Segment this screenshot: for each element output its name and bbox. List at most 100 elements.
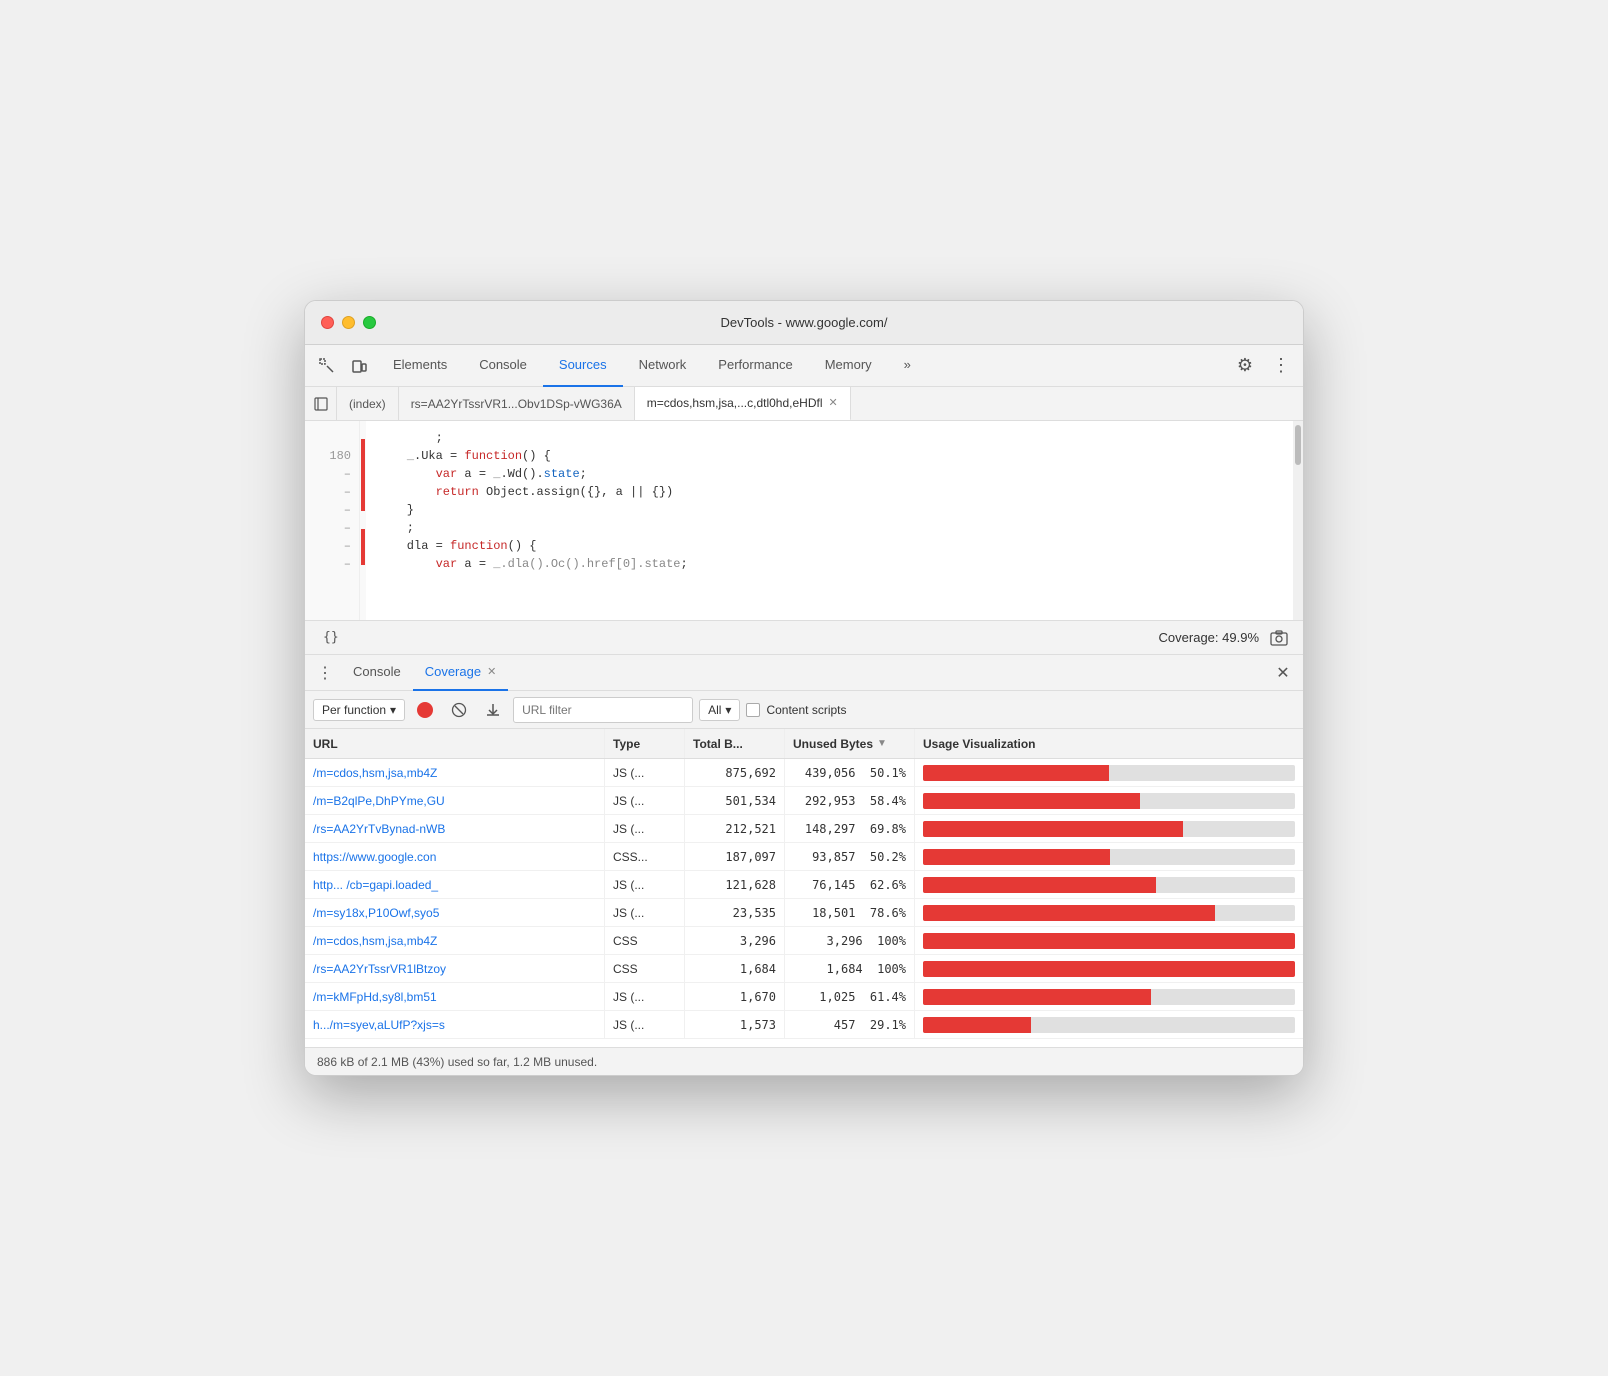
- cell-unused: 457 29.1%: [785, 1011, 915, 1038]
- cell-viz: [915, 787, 1303, 814]
- close-button[interactable]: [321, 316, 334, 329]
- col-viz[interactable]: Usage Visualization: [915, 729, 1303, 758]
- vertical-scrollbar[interactable]: [1293, 421, 1303, 620]
- minimize-button[interactable]: [342, 316, 355, 329]
- cell-total: 1,670: [685, 983, 785, 1010]
- file-tab-m[interactable]: m=cdos,hsm,jsa,...c,dtl0hd,eHDfl ✕: [635, 387, 851, 421]
- cell-total: 875,692: [685, 759, 785, 786]
- clear-button[interactable]: [445, 696, 473, 724]
- cell-type: JS (...: [605, 759, 685, 786]
- tab-performance[interactable]: Performance: [702, 345, 808, 387]
- cell-total: 501,534: [685, 787, 785, 814]
- table-row[interactable]: h.../m=syev,aLUfP?xjs=s JS (... 1,573 45…: [305, 1011, 1303, 1039]
- inspect-element-button[interactable]: [313, 352, 341, 380]
- file-tab-index[interactable]: (index): [337, 387, 399, 421]
- cell-unused: 3,296 100%: [785, 927, 915, 954]
- coverage-tab-close-icon[interactable]: ✕: [487, 665, 496, 678]
- record-button[interactable]: [411, 696, 439, 724]
- panel-tab-console[interactable]: Console: [341, 655, 413, 691]
- coverage-label-area: Coverage: 49.9%: [1159, 626, 1291, 650]
- cell-unused: 292,953 58.4%: [785, 787, 915, 814]
- col-unused[interactable]: Unused Bytes ▼: [785, 729, 915, 758]
- tab-sources[interactable]: Sources: [543, 345, 623, 387]
- col-url[interactable]: URL: [305, 729, 605, 758]
- cell-type: CSS...: [605, 843, 685, 870]
- tab-network[interactable]: Network: [623, 345, 703, 387]
- table-row[interactable]: /rs=AA2YrTssrVR1lBtzoy CSS 1,684 1,684 1…: [305, 955, 1303, 983]
- traffic-lights: [321, 316, 376, 329]
- table-header: URL Type Total B... Unused Bytes ▼ Usage…: [305, 729, 1303, 759]
- table-row[interactable]: /m=cdos,hsm,jsa,mb4Z CSS 3,296 3,296 100…: [305, 927, 1303, 955]
- cell-total: 23,535: [685, 899, 785, 926]
- table-row[interactable]: https://www.google.con CSS... 187,097 93…: [305, 843, 1303, 871]
- sidebar-toggle-button[interactable]: [305, 387, 337, 421]
- table-row[interactable]: /m=sy18x,P10Owf,syo5 JS (... 23,535 18,5…: [305, 899, 1303, 927]
- panel-menu-icon[interactable]: ⋮: [313, 661, 337, 685]
- window-title: DevTools - www.google.com/: [721, 315, 888, 330]
- format-button[interactable]: {}: [317, 628, 345, 647]
- tab-more[interactable]: »: [888, 345, 927, 387]
- cell-url: /m=cdos,hsm,jsa,mb4Z: [305, 927, 605, 954]
- cell-type: JS (...: [605, 787, 685, 814]
- cell-type: JS (...: [605, 1011, 685, 1038]
- cell-url: https://www.google.con: [305, 843, 605, 870]
- per-function-button[interactable]: Per function ▾: [313, 699, 405, 721]
- cell-viz: [915, 899, 1303, 926]
- cell-url: /m=kMFpHd,sy8l,bm51: [305, 983, 605, 1010]
- export-button[interactable]: [479, 696, 507, 724]
- cell-viz: [915, 983, 1303, 1010]
- coverage-percentage: Coverage: 49.9%: [1159, 630, 1259, 645]
- content-scripts-checkbox[interactable]: [746, 703, 760, 717]
- cell-type: JS (...: [605, 815, 685, 842]
- panel-close-button[interactable]: ✕: [1271, 661, 1295, 685]
- bottom-toolbar: {} Coverage: 49.9%: [305, 621, 1303, 655]
- cell-viz: [915, 927, 1303, 954]
- more-options-icon[interactable]: ⋮: [1267, 352, 1295, 380]
- settings-icon[interactable]: ⚙: [1231, 352, 1259, 380]
- table-row[interactable]: /rs=AA2YrTvBynad-nWB JS (... 212,521 148…: [305, 815, 1303, 843]
- file-tab-rs[interactable]: rs=AA2YrTssrVR1...Obv1DSp-vWG36A: [399, 387, 635, 421]
- table-row[interactable]: /m=kMFpHd,sy8l,bm51 JS (... 1,670 1,025 …: [305, 983, 1303, 1011]
- screenshot-icon[interactable]: [1267, 626, 1291, 650]
- cell-total: 1,684: [685, 955, 785, 982]
- status-text: 886 kB of 2.1 MB (43%) used so far, 1.2 …: [317, 1055, 597, 1069]
- cell-url: /rs=AA2YrTssrVR1lBtzoy: [305, 955, 605, 982]
- cell-type: JS (...: [605, 899, 685, 926]
- table-row[interactable]: /m=B2qlPe,DhPYme,GU JS (... 501,534 292,…: [305, 787, 1303, 815]
- panel-tab-coverage[interactable]: Coverage ✕: [413, 655, 509, 691]
- filter-dropdown[interactable]: All ▾: [699, 699, 740, 721]
- cell-unused: 76,145 62.6%: [785, 871, 915, 898]
- cell-unused: 439,056 50.1%: [785, 759, 915, 786]
- cell-url: /m=cdos,hsm,jsa,mb4Z: [305, 759, 605, 786]
- table-row[interactable]: http... /cb=gapi.loaded_ JS (... 121,628…: [305, 871, 1303, 899]
- devtools-window: DevTools - www.google.com/ Elements Cons…: [304, 300, 1304, 1076]
- maximize-button[interactable]: [363, 316, 376, 329]
- cell-total: 187,097: [685, 843, 785, 870]
- device-toggle-button[interactable]: [345, 352, 373, 380]
- cell-total: 3,296: [685, 927, 785, 954]
- file-tab-close-icon[interactable]: ✕: [828, 396, 837, 409]
- tab-elements[interactable]: Elements: [377, 345, 463, 387]
- code-content[interactable]: ; _.Uka = function() { var a = _.Wd().st…: [366, 421, 1293, 620]
- tab-memory[interactable]: Memory: [809, 345, 888, 387]
- table-body: /m=cdos,hsm,jsa,mb4Z JS (... 875,692 439…: [305, 759, 1303, 1039]
- cell-type: CSS: [605, 955, 685, 982]
- col-total[interactable]: Total B...: [685, 729, 785, 758]
- cell-type: CSS: [605, 927, 685, 954]
- coverage-table: URL Type Total B... Unused Bytes ▼ Usage…: [305, 729, 1303, 1047]
- cell-url: /m=B2qlPe,DhPYme,GU: [305, 787, 605, 814]
- cell-url: /m=sy18x,P10Owf,syo5: [305, 899, 605, 926]
- col-type[interactable]: Type: [605, 729, 685, 758]
- cell-total: 1,573: [685, 1011, 785, 1038]
- code-line: dla = function() {: [378, 537, 1281, 555]
- code-line: _.Uka = function() {: [378, 447, 1281, 465]
- content-scripts-label[interactable]: Content scripts: [746, 703, 846, 717]
- table-row[interactable]: /m=cdos,hsm,jsa,mb4Z JS (... 875,692 439…: [305, 759, 1303, 787]
- cell-viz: [915, 1011, 1303, 1038]
- code-line: var a = _.Wd().state;: [378, 465, 1281, 483]
- toolbar-right: ⚙ ⋮: [1231, 352, 1295, 380]
- url-filter-input[interactable]: [513, 697, 693, 723]
- panel-area: ⋮ Console Coverage ✕ ✕ Per function ▾: [305, 655, 1303, 1075]
- scrollbar-thumb[interactable]: [1295, 425, 1301, 465]
- tab-console[interactable]: Console: [463, 345, 543, 387]
